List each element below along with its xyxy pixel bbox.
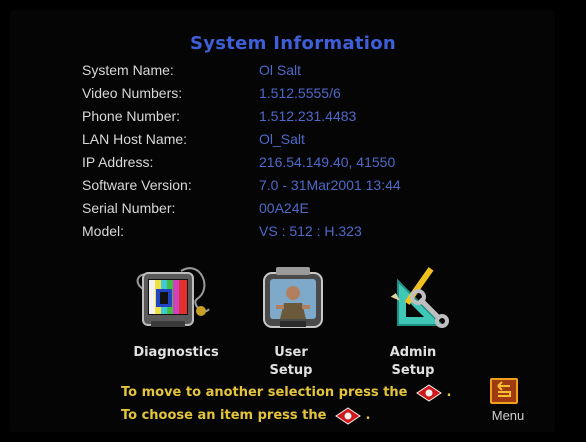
info-row-phone-number: Phone Number: 1.512.231.4483 <box>0 108 586 130</box>
info-label: System Name: <box>82 62 174 78</box>
info-row-lan-host-name: LAN Host Name: Ol_Salt <box>0 131 586 153</box>
menu-button-label: Menu <box>491 408 525 423</box>
choose-instruction: To choose an item press the . <box>121 406 371 425</box>
info-label: Software Version: <box>82 177 192 193</box>
info-value: 1.512.5555/6 <box>259 85 341 101</box>
info-value: 7.0 - 31Mar2001 13:44 <box>259 177 401 193</box>
user-setup-button[interactable]: User Setup <box>236 259 346 379</box>
info-value: Ol_Salt <box>259 131 305 147</box>
info-label: Serial Number: <box>82 200 176 216</box>
select-button-icon <box>335 406 361 425</box>
admin-setup-label: Admin Setup <box>389 345 437 378</box>
user-monitor-icon <box>263 267 323 328</box>
info-row-video-numbers: Video Numbers: 1.512.5555/6 <box>0 85 586 107</box>
return-arrow-icon <box>490 378 518 404</box>
diagnostics-label: Diagnostics <box>133 345 219 360</box>
tools-triangle-icon <box>390 267 449 328</box>
info-label: Model: <box>82 223 125 239</box>
diagnostics-button[interactable]: Diagnostics <box>121 259 231 379</box>
info-row-system-name: System Name: Ol Salt <box>0 62 586 84</box>
info-label: Phone Number: <box>82 108 181 124</box>
info-label: IP Address: <box>82 154 154 170</box>
menu-button[interactable]: Menu <box>485 378 531 426</box>
admin-setup-button[interactable]: Admin Setup <box>358 259 468 379</box>
direction-pad-icon <box>416 383 442 402</box>
info-label: Video Numbers: <box>82 85 183 101</box>
choose-instruction-text: To choose an item press the <box>121 408 327 423</box>
info-row-model: Model: VS : 512 : H.323 <box>0 223 586 245</box>
user-setup-label: User Setup <box>269 345 313 378</box>
info-value: VS : 512 : H.323 <box>259 223 362 239</box>
page-title: System Information <box>189 33 397 54</box>
info-row-software-version: Software Version: 7.0 - 31Mar2001 13:44 <box>0 177 586 199</box>
info-value: Ol Salt <box>259 62 302 78</box>
info-value: 00A24E <box>259 200 309 216</box>
move-instruction: To move to another selection press the . <box>121 383 452 402</box>
screen: System Information System Name: Ol Salt … <box>0 0 586 442</box>
info-row-serial-number: Serial Number: 00A24E <box>0 200 586 222</box>
info-value: 216.54.149.40, 41550 <box>259 154 396 170</box>
info-row-ip-address: IP Address: 216.54.149.40, 41550 <box>0 154 586 176</box>
tv-color-bars-icon <box>136 267 210 327</box>
move-instruction-text: To move to another selection press the <box>121 385 408 400</box>
info-label: LAN Host Name: <box>82 131 188 147</box>
info-value: 1.512.231.4483 <box>259 108 357 124</box>
